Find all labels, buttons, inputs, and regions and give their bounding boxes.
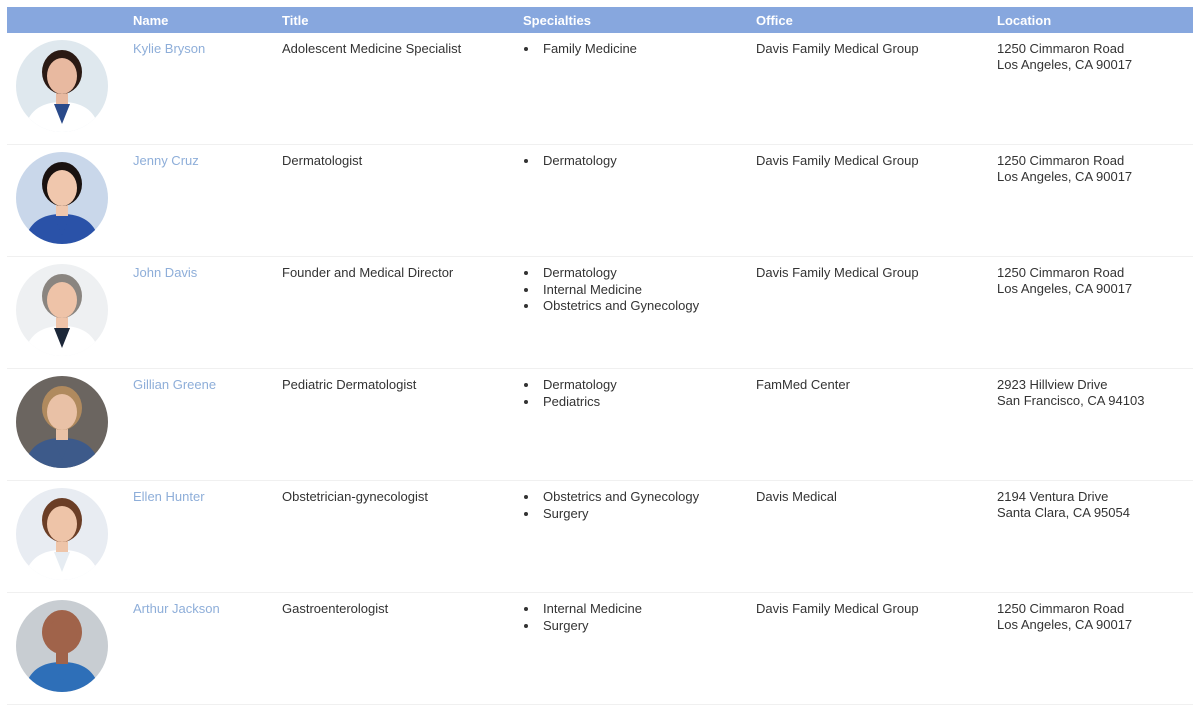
doctor-name-link[interactable]: Gillian Greene <box>133 377 216 392</box>
office-name: Davis Medical <box>756 489 837 504</box>
specialty-item: Internal Medicine <box>539 601 756 618</box>
specialty-item: Obstetrics and Gynecology <box>539 298 756 315</box>
specialty-item: Obstetrics and Gynecology <box>539 489 756 506</box>
location-cell: 1250 Cimmaron Road Los Angeles, CA 90017 <box>997 145 1193 256</box>
table-row: Kylie Bryson Adolescent Medicine Special… <box>7 33 1193 145</box>
doctor-name-link[interactable]: Arthur Jackson <box>133 601 220 616</box>
header-specialties[interactable]: Specialties <box>523 13 756 28</box>
table-row: John Davis Founder and Medical Director … <box>7 257 1193 369</box>
doctor-title: Pediatric Dermatologist <box>282 377 417 392</box>
table-header: Name Title Specialties Office Location <box>7 7 1193 33</box>
office-name: FamMed Center <box>756 377 850 392</box>
specialties-list: Family Medicine <box>523 41 756 58</box>
specialty-item: Internal Medicine <box>539 282 756 299</box>
specialties-cell: Obstetrics and GynecologySurgery <box>523 481 756 592</box>
doctor-photo-icon[interactable] <box>16 40 108 132</box>
address-line2: Los Angeles, CA 90017 <box>997 281 1133 296</box>
specialty-item: Dermatology <box>539 377 756 394</box>
specialty-item: Dermatology <box>539 153 756 170</box>
doctor-title: Obstetrician-gynecologist <box>282 489 428 504</box>
photo-cell <box>7 593 133 704</box>
table-row: Arthur Jackson Gastroenterologist Intern… <box>7 593 1193 705</box>
address-line2: Los Angeles, CA 90017 <box>997 617 1133 632</box>
table-row: Jenny Cruz Dermatologist Dermatology Dav… <box>7 145 1193 257</box>
specialties-list: Internal MedicineSurgery <box>523 601 756 634</box>
location-cell: 1250 Cimmaron Road Los Angeles, CA 90017 <box>997 33 1193 144</box>
office-name: Davis Family Medical Group <box>756 265 919 280</box>
specialties-list: DermatologyPediatrics <box>523 377 756 410</box>
specialties-cell: Dermatology <box>523 145 756 256</box>
location-cell: 2194 Ventura Drive Santa Clara, CA 95054 <box>997 481 1193 592</box>
office-name: Davis Family Medical Group <box>756 153 919 168</box>
doctor-title: Gastroenterologist <box>282 601 389 616</box>
photo-cell <box>7 481 133 592</box>
address-line2: Santa Clara, CA 95054 <box>997 505 1130 520</box>
header-title[interactable]: Title <box>282 13 523 28</box>
address-line1: 1250 Cimmaron Road <box>997 601 1125 616</box>
office-name: Davis Family Medical Group <box>756 41 919 56</box>
address-line1: 1250 Cimmaron Road <box>997 265 1125 280</box>
header-location[interactable]: Location <box>997 13 1193 28</box>
doctor-photo-icon[interactable] <box>16 264 108 356</box>
specialties-list: Dermatology <box>523 153 756 170</box>
doctors-table: Name Title Specialties Office Location K… <box>7 7 1193 705</box>
doctor-photo-icon[interactable] <box>16 488 108 580</box>
specialties-list: DermatologyInternal MedicineObstetrics a… <box>523 265 756 315</box>
specialties-cell: DermatologyPediatrics <box>523 369 756 480</box>
photo-cell <box>7 145 133 256</box>
header-office[interactable]: Office <box>756 13 997 28</box>
location-cell: 1250 Cimmaron Road Los Angeles, CA 90017 <box>997 593 1193 704</box>
specialties-list: Obstetrics and GynecologySurgery <box>523 489 756 522</box>
specialty-item: Family Medicine <box>539 41 756 58</box>
photo-cell <box>7 257 133 368</box>
specialty-item: Dermatology <box>539 265 756 282</box>
doctor-title: Founder and Medical Director <box>282 265 454 280</box>
address-line1: 1250 Cimmaron Road <box>997 153 1125 168</box>
address-line1: 2194 Ventura Drive <box>997 489 1109 504</box>
doctor-name-link[interactable]: Ellen Hunter <box>133 489 205 504</box>
specialty-item: Surgery <box>539 618 756 635</box>
header-name[interactable]: Name <box>133 13 282 28</box>
doctor-name-link[interactable]: Jenny Cruz <box>133 153 199 168</box>
location-cell: 1250 Cimmaron Road Los Angeles, CA 90017 <box>997 257 1193 368</box>
specialties-cell: Family Medicine <box>523 33 756 144</box>
address-line1: 2923 Hillview Drive <box>997 377 1108 392</box>
specialty-item: Pediatrics <box>539 394 756 411</box>
photo-cell <box>7 33 133 144</box>
address-line2: San Francisco, CA 94103 <box>997 393 1145 408</box>
table-row: Ellen Hunter Obstetrician-gynecologist O… <box>7 481 1193 593</box>
location-cell: 2923 Hillview Drive San Francisco, CA 94… <box>997 369 1193 480</box>
doctor-photo-icon[interactable] <box>16 152 108 244</box>
table-row: Gillian Greene Pediatric Dermatologist D… <box>7 369 1193 481</box>
specialty-item: Surgery <box>539 506 756 523</box>
address-line2: Los Angeles, CA 90017 <box>997 169 1133 184</box>
address-line2: Los Angeles, CA 90017 <box>997 57 1133 72</box>
doctor-title: Dermatologist <box>282 153 363 168</box>
address-line1: 1250 Cimmaron Road <box>997 41 1125 56</box>
photo-cell <box>7 369 133 480</box>
table-body: Kylie Bryson Adolescent Medicine Special… <box>7 33 1193 705</box>
doctor-photo-icon[interactable] <box>16 600 108 692</box>
specialties-cell: DermatologyInternal MedicineObstetrics a… <box>523 257 756 368</box>
doctor-name-link[interactable]: Kylie Bryson <box>133 41 205 56</box>
office-name: Davis Family Medical Group <box>756 601 919 616</box>
specialties-cell: Internal MedicineSurgery <box>523 593 756 704</box>
doctor-photo-icon[interactable] <box>16 376 108 468</box>
doctor-name-link[interactable]: John Davis <box>133 265 197 280</box>
doctor-title: Adolescent Medicine Specialist <box>282 41 462 56</box>
